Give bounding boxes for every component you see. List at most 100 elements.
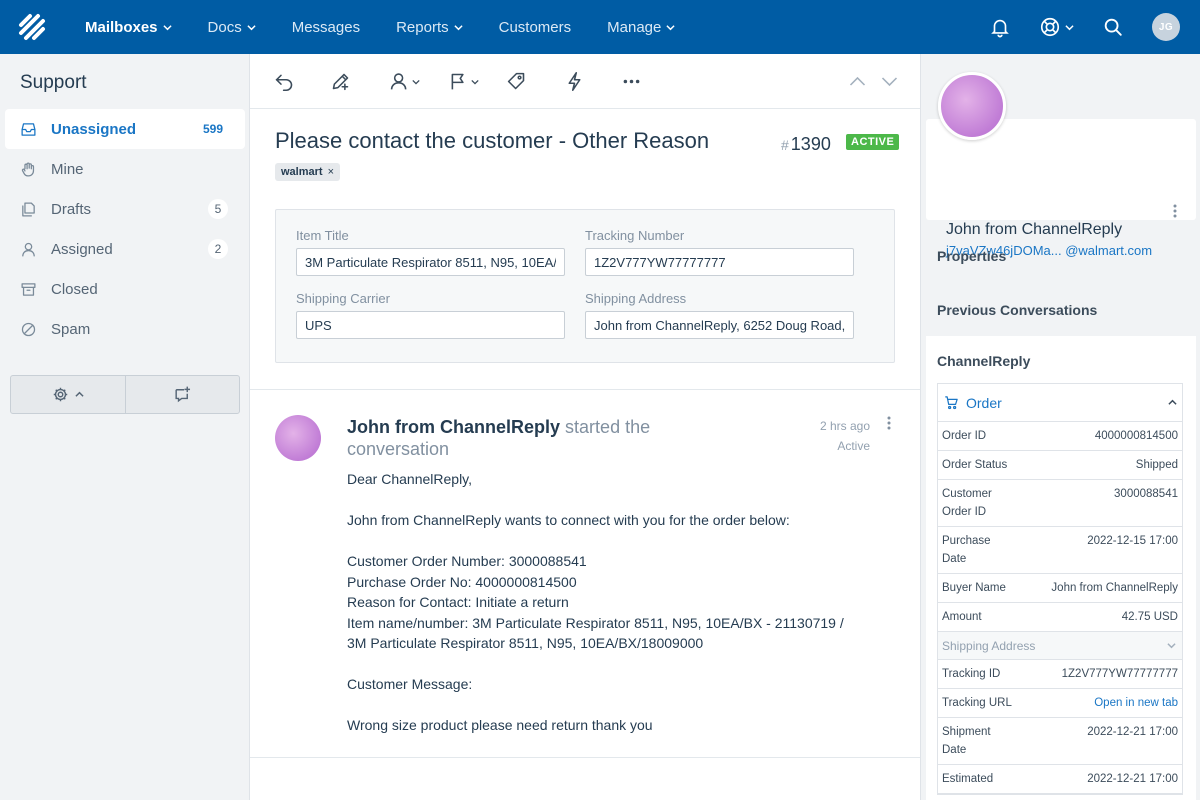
status-badge[interactable]: ACTIVE xyxy=(846,134,900,150)
workflow-button[interactable] xyxy=(564,71,585,92)
tag-button[interactable] xyxy=(506,71,527,92)
nav-label: Docs xyxy=(207,18,242,36)
chevron-down-icon xyxy=(1167,643,1176,649)
chevron-down-icon xyxy=(881,77,898,87)
tracking-number-field[interactable] xyxy=(585,248,854,276)
next-conversation-button[interactable] xyxy=(879,71,900,92)
number-value: 1390 xyxy=(790,134,831,154)
chevron-down-icon xyxy=(162,24,172,30)
mailbox-settings-button[interactable] xyxy=(11,376,125,413)
chevron-down-icon xyxy=(412,79,420,85)
order-row-value: 2022-12-21 17:00 xyxy=(1087,773,1178,785)
nav-customers[interactable]: Customers xyxy=(481,0,590,54)
thread-avatar[interactable] xyxy=(275,415,321,461)
nav-reports[interactable]: Reports xyxy=(378,0,481,54)
order-row-value: Shipped xyxy=(1135,459,1178,471)
sidebar: Support Unassigned 599 Mine Drafts 5 Assigned… xyxy=(0,54,250,800)
sidebar-item-unassigned[interactable]: Unassigned 599 xyxy=(5,109,245,149)
status-button[interactable] xyxy=(448,71,479,92)
reply-button[interactable] xyxy=(274,71,295,92)
search-icon[interactable] xyxy=(1102,16,1124,38)
order-row-key: Buyer Name xyxy=(942,582,1006,594)
reply-icon xyxy=(275,74,293,92)
body-line: Purchase Order No: 4000000814500 xyxy=(347,573,577,590)
gear-icon xyxy=(53,387,67,402)
previous-conversation-button[interactable] xyxy=(847,71,868,92)
add-note-button[interactable] xyxy=(330,71,351,92)
previous-conversations-heading[interactable]: Previous Conversations xyxy=(937,302,1097,318)
nav-manage[interactable]: Manage xyxy=(589,0,693,54)
assign-button[interactable] xyxy=(389,71,420,92)
drafts-icon xyxy=(22,201,35,217)
item-title-field[interactable] xyxy=(296,248,565,276)
thread-author[interactable]: John from ChannelReply xyxy=(347,417,560,437)
shipping-carrier-field[interactable] xyxy=(296,311,565,339)
nav-label: Customers xyxy=(498,18,572,36)
custom-fields-panel: Item Title Tracking Number Shipping Carr… xyxy=(275,209,895,363)
lifebuoy-icon xyxy=(1040,17,1060,37)
nav-docs[interactable]: Docs xyxy=(190,0,274,54)
more-vertical-icon xyxy=(1173,204,1177,218)
more-actions-button[interactable] xyxy=(621,71,642,92)
person-icon xyxy=(22,242,35,257)
thread-time[interactable]: 2 hrs ago xyxy=(820,416,870,436)
order-row-order-id: Order ID 4000000814500 xyxy=(938,422,1182,451)
order-row-order-status: Order Status Shipped xyxy=(938,451,1182,480)
conversation-number: #1390 xyxy=(781,134,831,155)
order-toggle[interactable]: Order xyxy=(938,384,1182,422)
sidebar-item-count: 599 xyxy=(202,122,223,136)
sidebar-item-drafts[interactable]: Drafts 5 xyxy=(5,189,245,229)
sidebar-item-assigned[interactable]: Assigned 2 xyxy=(5,229,245,269)
sidebar-right: John from ChannelReply j7vaVZw46jDOMa...… xyxy=(920,54,1200,800)
tracking-url-link[interactable]: Open in new tab xyxy=(1094,694,1178,712)
order-row-key: Tracking URL xyxy=(942,697,1012,709)
properties-heading[interactable]: Properties xyxy=(937,248,1006,264)
item-title-label: Item Title xyxy=(296,228,349,243)
thread-state: Active xyxy=(837,439,870,453)
remove-tag-icon[interactable]: × xyxy=(328,166,334,178)
sidebar-item-mine[interactable]: Mine xyxy=(5,149,245,189)
new-conversation-button[interactable] xyxy=(124,376,240,413)
customer-name[interactable]: John from ChannelReply xyxy=(946,221,1122,239)
inbox-icon xyxy=(21,122,36,136)
tag-icon xyxy=(507,72,525,90)
nav-label: Reports xyxy=(396,18,449,36)
body-line: Item name/number: 3M Particulate Respira… xyxy=(347,614,844,631)
bell-icon[interactable] xyxy=(989,16,1011,38)
thread-meta: 2 hrs ago Active xyxy=(820,416,870,456)
help-menu[interactable] xyxy=(1039,16,1074,38)
thread-menu-button[interactable] xyxy=(886,415,892,431)
sidebar-item-count: 5 xyxy=(208,199,228,219)
body-line: 3M Particulate Respirator 8511, N95, 10E… xyxy=(347,635,704,651)
shipping-address-toggle[interactable]: Shipping Address xyxy=(938,632,1182,660)
order-panel: Order Order ID 4000000814500 Order Status S… xyxy=(937,383,1183,795)
user-avatar[interactable]: JG xyxy=(1152,13,1180,41)
body-line: John from ChannelReply wants to connect … xyxy=(347,512,790,528)
customer-menu-button[interactable] xyxy=(1172,203,1178,219)
nav-mailboxes[interactable]: Mailboxes xyxy=(67,0,190,54)
chevron-down-icon xyxy=(454,24,463,30)
conversation-toolbar xyxy=(250,54,920,109)
hand-icon xyxy=(21,161,35,177)
nav-label: Messages xyxy=(291,18,361,36)
order-row-value: 2022-12-21 17:00 xyxy=(1087,726,1178,738)
sidebar-item-spam[interactable]: Spam xyxy=(5,309,245,349)
tag-chip[interactable]: walmart × xyxy=(275,163,341,181)
shipping-carrier-label: Shipping Carrier xyxy=(296,291,390,306)
nav-messages[interactable]: Messages xyxy=(274,0,378,54)
logo-icon[interactable] xyxy=(17,12,47,42)
sidebar-item-closed[interactable]: Closed xyxy=(5,269,245,309)
chevron-down-icon xyxy=(1065,24,1074,30)
divider xyxy=(250,757,920,758)
shipping-address-label: Shipping Address xyxy=(585,291,687,306)
shipping-address-field[interactable] xyxy=(585,311,854,339)
order-row-customer-order-id: Customer Order ID 3000088541 xyxy=(938,480,1182,527)
customer-avatar[interactable] xyxy=(938,72,1006,140)
assign-icon xyxy=(390,73,407,90)
more-vertical-icon xyxy=(887,416,891,430)
chevron-down-icon xyxy=(666,24,675,30)
flag-icon xyxy=(451,73,464,90)
nav-label: Mailboxes xyxy=(85,18,158,36)
